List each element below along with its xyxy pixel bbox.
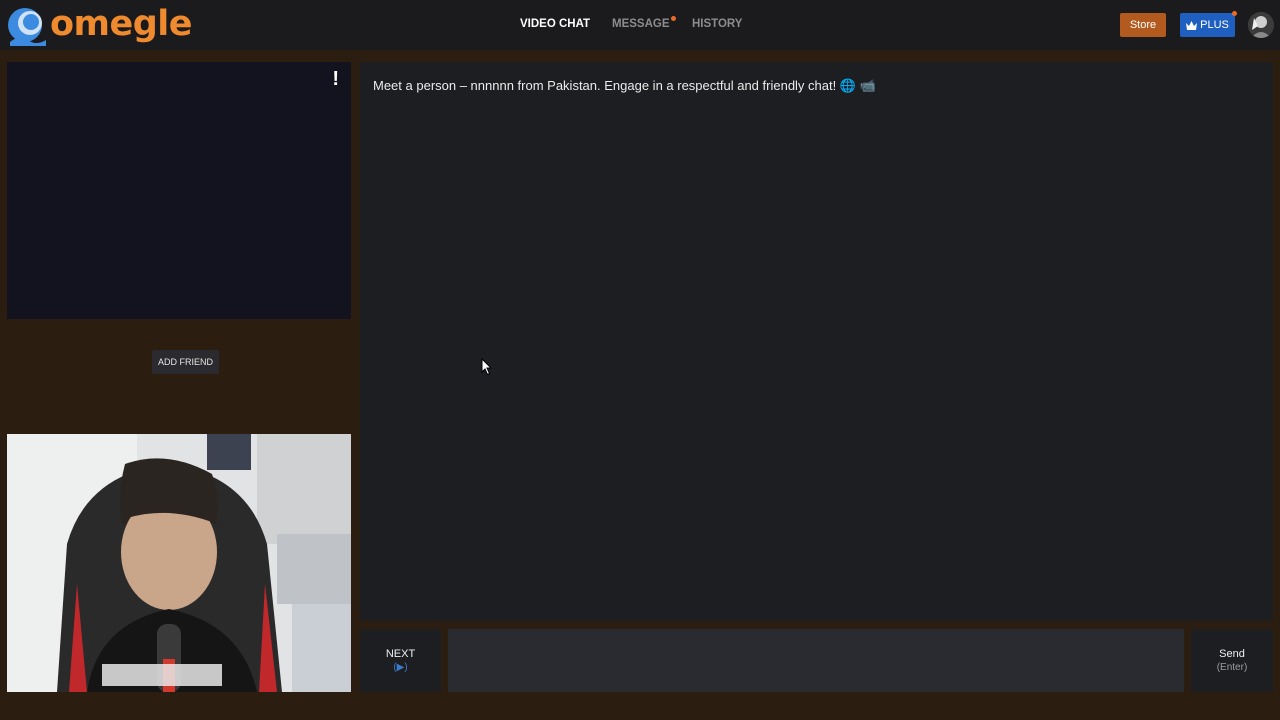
remote-video: ! ADD FRIEND (7, 62, 351, 374)
notification-dot (1232, 11, 1237, 16)
top-bar: omegle VIDEO CHAT MESSAGE HISTORY Store … (0, 0, 1280, 50)
notification-dot (670, 16, 676, 21)
omegle-logo[interactable]: omegle (6, 4, 193, 46)
next-label: NEXT (385, 648, 416, 660)
next-shortcut: (▶) (393, 662, 408, 673)
logo-text: omegle (50, 4, 193, 44)
webcam-feed-image (7, 434, 351, 692)
tab-history[interactable]: HISTORY (692, 18, 742, 34)
chat-log: Meet a person – nnnnnn from Pakistan. En… (360, 62, 1273, 621)
send-label: Send (1219, 648, 1245, 660)
send-button[interactable]: Send (Enter) (1191, 629, 1273, 692)
tab-message[interactable]: MESSAGE (612, 16, 676, 34)
tab-video-chat[interactable]: VIDEO CHAT (520, 18, 590, 34)
store-button[interactable]: Store (1120, 13, 1166, 37)
crown-icon (1186, 20, 1198, 30)
send-shortcut: (Enter) (1216, 662, 1248, 673)
system-message: Meet a person – nnnnnn from Pakistan. En… (373, 78, 876, 93)
local-video (7, 434, 351, 692)
plus-label: PLUS (1200, 19, 1229, 31)
omegle-logo-icon (8, 8, 46, 46)
avatar[interactable] (1248, 12, 1274, 38)
mouse-cursor-icon (481, 358, 493, 376)
message-input[interactable] (448, 629, 1184, 692)
report-icon[interactable]: ! (332, 68, 339, 91)
add-friend-button[interactable]: ADD FRIEND (152, 350, 219, 374)
avatar-image (1248, 12, 1274, 38)
tab-message-label: MESSAGE (612, 18, 670, 30)
next-button[interactable]: NEXT (▶) (360, 629, 441, 692)
plus-button[interactable]: PLUS (1180, 13, 1235, 37)
